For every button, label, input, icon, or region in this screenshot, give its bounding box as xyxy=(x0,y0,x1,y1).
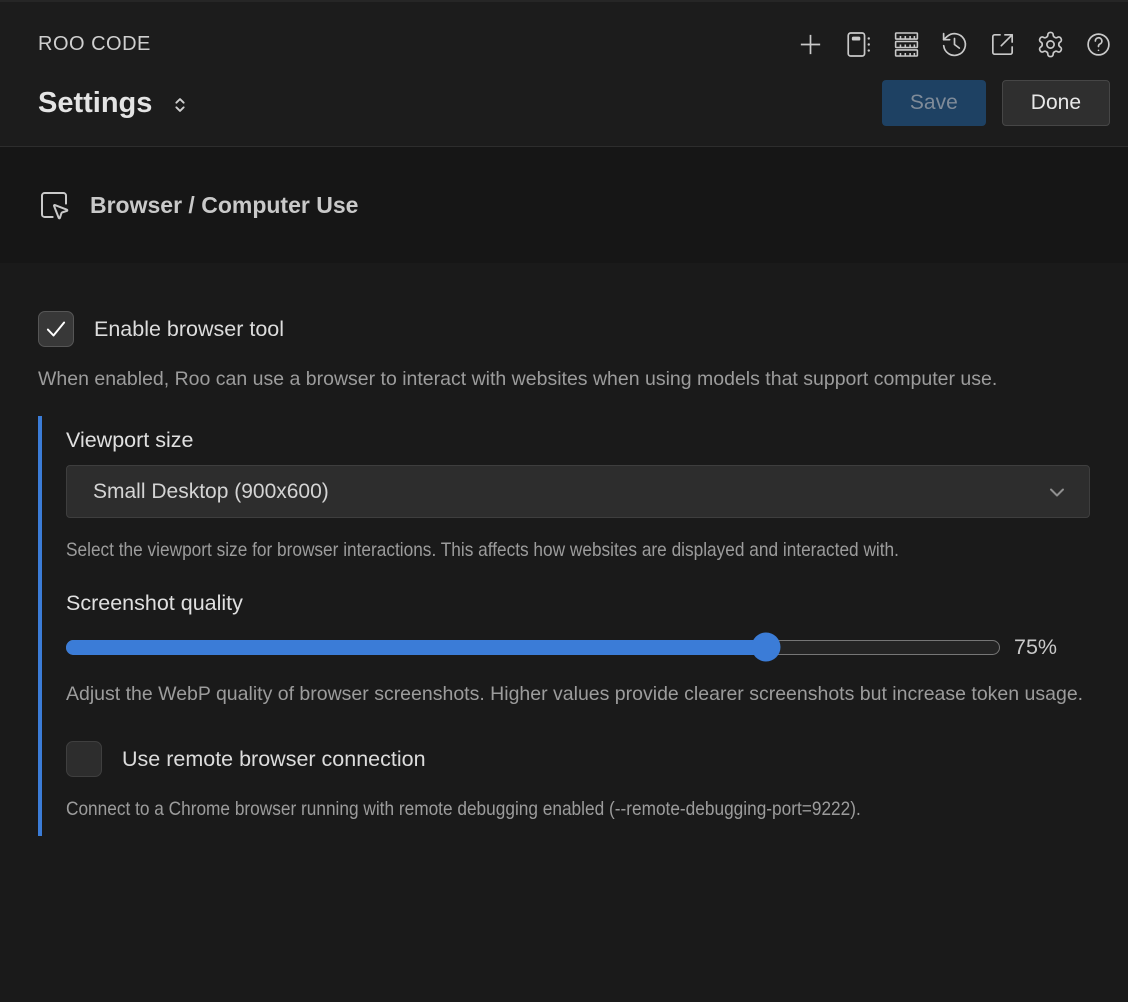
app-header: ROO CODE xyxy=(0,2,1128,147)
remote-browser-checkbox[interactable] xyxy=(66,741,102,777)
help-icon[interactable] xyxy=(1084,29,1114,59)
enable-browser-description: When enabled, Roo can use a browser to i… xyxy=(38,363,1090,396)
quality-slider-thumb[interactable] xyxy=(752,633,781,662)
quality-slider-fill xyxy=(66,640,766,655)
done-button[interactable]: Done xyxy=(1002,80,1110,126)
enable-browser-checkbox[interactable] xyxy=(38,311,74,347)
app-title: ROO CODE xyxy=(38,33,151,56)
section-header: Browser / Computer Use xyxy=(0,147,1128,263)
save-button[interactable]: Save xyxy=(882,80,986,126)
enable-browser-row: Enable browser tool xyxy=(38,311,1090,347)
checkmark-icon xyxy=(43,316,69,342)
chevron-down-icon xyxy=(1045,480,1069,504)
screenshot-quality-row: 75% xyxy=(66,632,1090,662)
section-title: Browser / Computer Use xyxy=(90,192,358,219)
settings-content: Enable browser tool When enabled, Roo ca… xyxy=(0,263,1128,836)
remote-browser-description: Connect to a Chrome browser running with… xyxy=(66,793,1090,826)
screenshot-quality-label: Screenshot quality xyxy=(66,591,1090,616)
square-mouse-pointer-icon xyxy=(38,189,70,221)
settings-header-row: Settings Save Done xyxy=(0,70,1128,147)
enable-browser-label: Enable browser tool xyxy=(94,317,284,342)
viewport-size-select[interactable]: Small Desktop (900x600) xyxy=(66,465,1090,518)
new-task-icon[interactable] xyxy=(796,29,826,59)
quality-value: 75% xyxy=(1014,635,1057,660)
open-in-editor-icon[interactable] xyxy=(988,29,1018,59)
chevrons-up-down-icon[interactable] xyxy=(169,91,191,119)
prompts-notebook-icon[interactable] xyxy=(844,29,874,59)
screenshot-quality-description: Adjust the WebP quality of browser scree… xyxy=(66,678,1090,711)
settings-gear-icon[interactable] xyxy=(1036,29,1066,59)
remote-browser-row: Use remote browser connection xyxy=(66,741,1090,777)
viewport-size-label: Viewport size xyxy=(66,428,1090,453)
viewport-size-value: Small Desktop (900x600) xyxy=(93,480,329,504)
quality-slider[interactable] xyxy=(66,640,1000,655)
mcp-servers-icon[interactable] xyxy=(892,29,922,59)
remote-browser-label: Use remote browser connection xyxy=(122,747,426,772)
history-icon[interactable] xyxy=(940,29,970,59)
browser-options-subsection: Viewport size Small Desktop (900x600) Se… xyxy=(38,416,1090,836)
page-title: Settings xyxy=(38,87,152,120)
header-toolbar xyxy=(796,29,1114,59)
viewport-size-description: Select the viewport size for browser int… xyxy=(66,534,1090,567)
